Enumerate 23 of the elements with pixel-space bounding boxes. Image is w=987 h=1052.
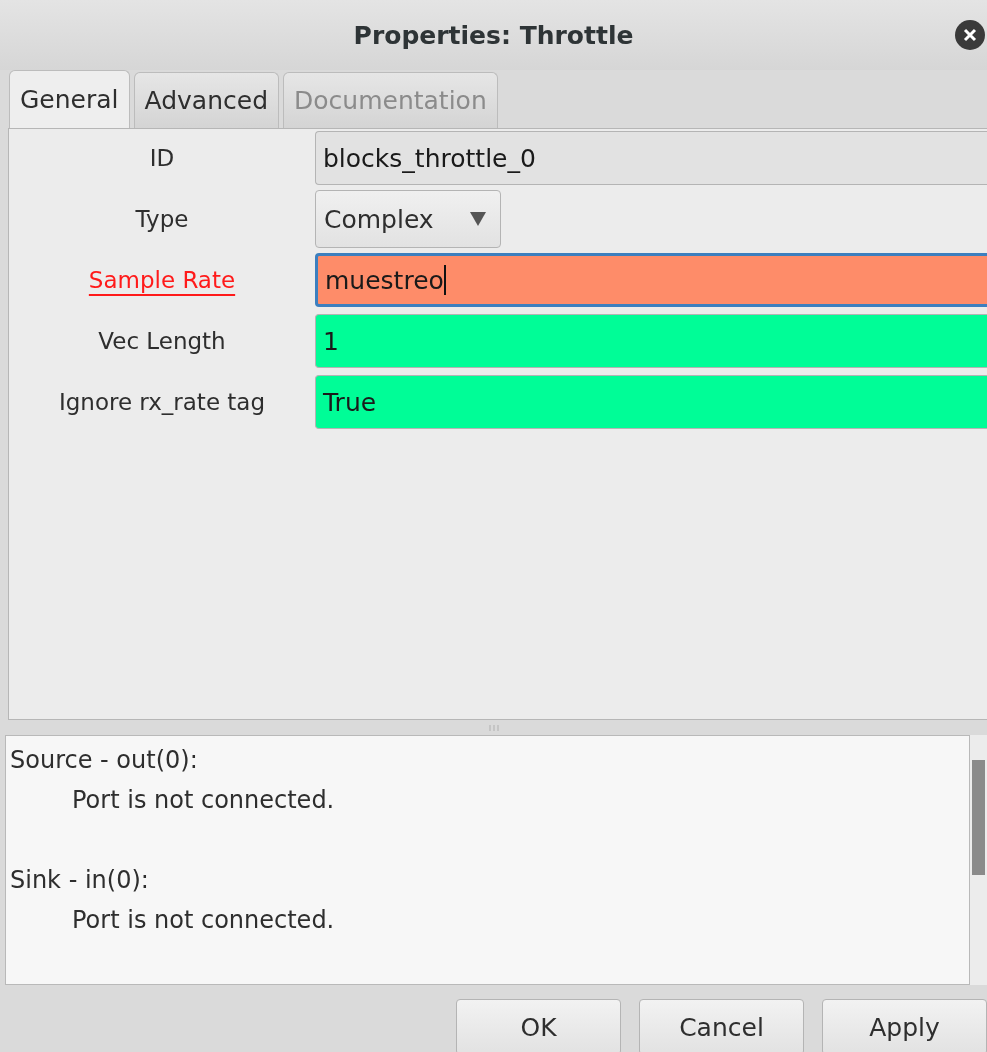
tab[interactable]: Advanced (133, 72, 280, 128)
input-field[interactable]: True (315, 375, 987, 429)
field-label: ID (149, 145, 175, 171)
input-field[interactable]: muestreo (315, 253, 987, 307)
caret-icon (470, 212, 486, 226)
id-field[interactable]: blocks_throttle_0 (315, 131, 987, 185)
dialog-button[interactable]: Cancel (639, 999, 804, 1052)
close-icon[interactable] (955, 20, 985, 50)
input-field[interactable]: 1 (315, 314, 987, 368)
port-heading: Source - out(0): (10, 746, 198, 774)
dialog-button[interactable]: OK (456, 999, 621, 1052)
type-dropdown[interactable]: Complex (315, 190, 501, 248)
field-label: Sample Rate (88, 267, 236, 293)
port-heading: Sink - in(0): (10, 866, 149, 894)
window-title: Properties: Throttle (353, 20, 634, 50)
port-status: Port is not connected. (72, 906, 335, 934)
tab[interactable]: General (9, 70, 130, 128)
scrollbar[interactable] (970, 735, 987, 985)
dialog-button[interactable]: Apply (822, 999, 987, 1052)
field-label: Ignore rx_rate tag (58, 389, 266, 415)
field-label: Type (135, 206, 189, 232)
port-status: Port is not connected. (72, 786, 335, 814)
field-label: Vec Length (98, 328, 226, 354)
